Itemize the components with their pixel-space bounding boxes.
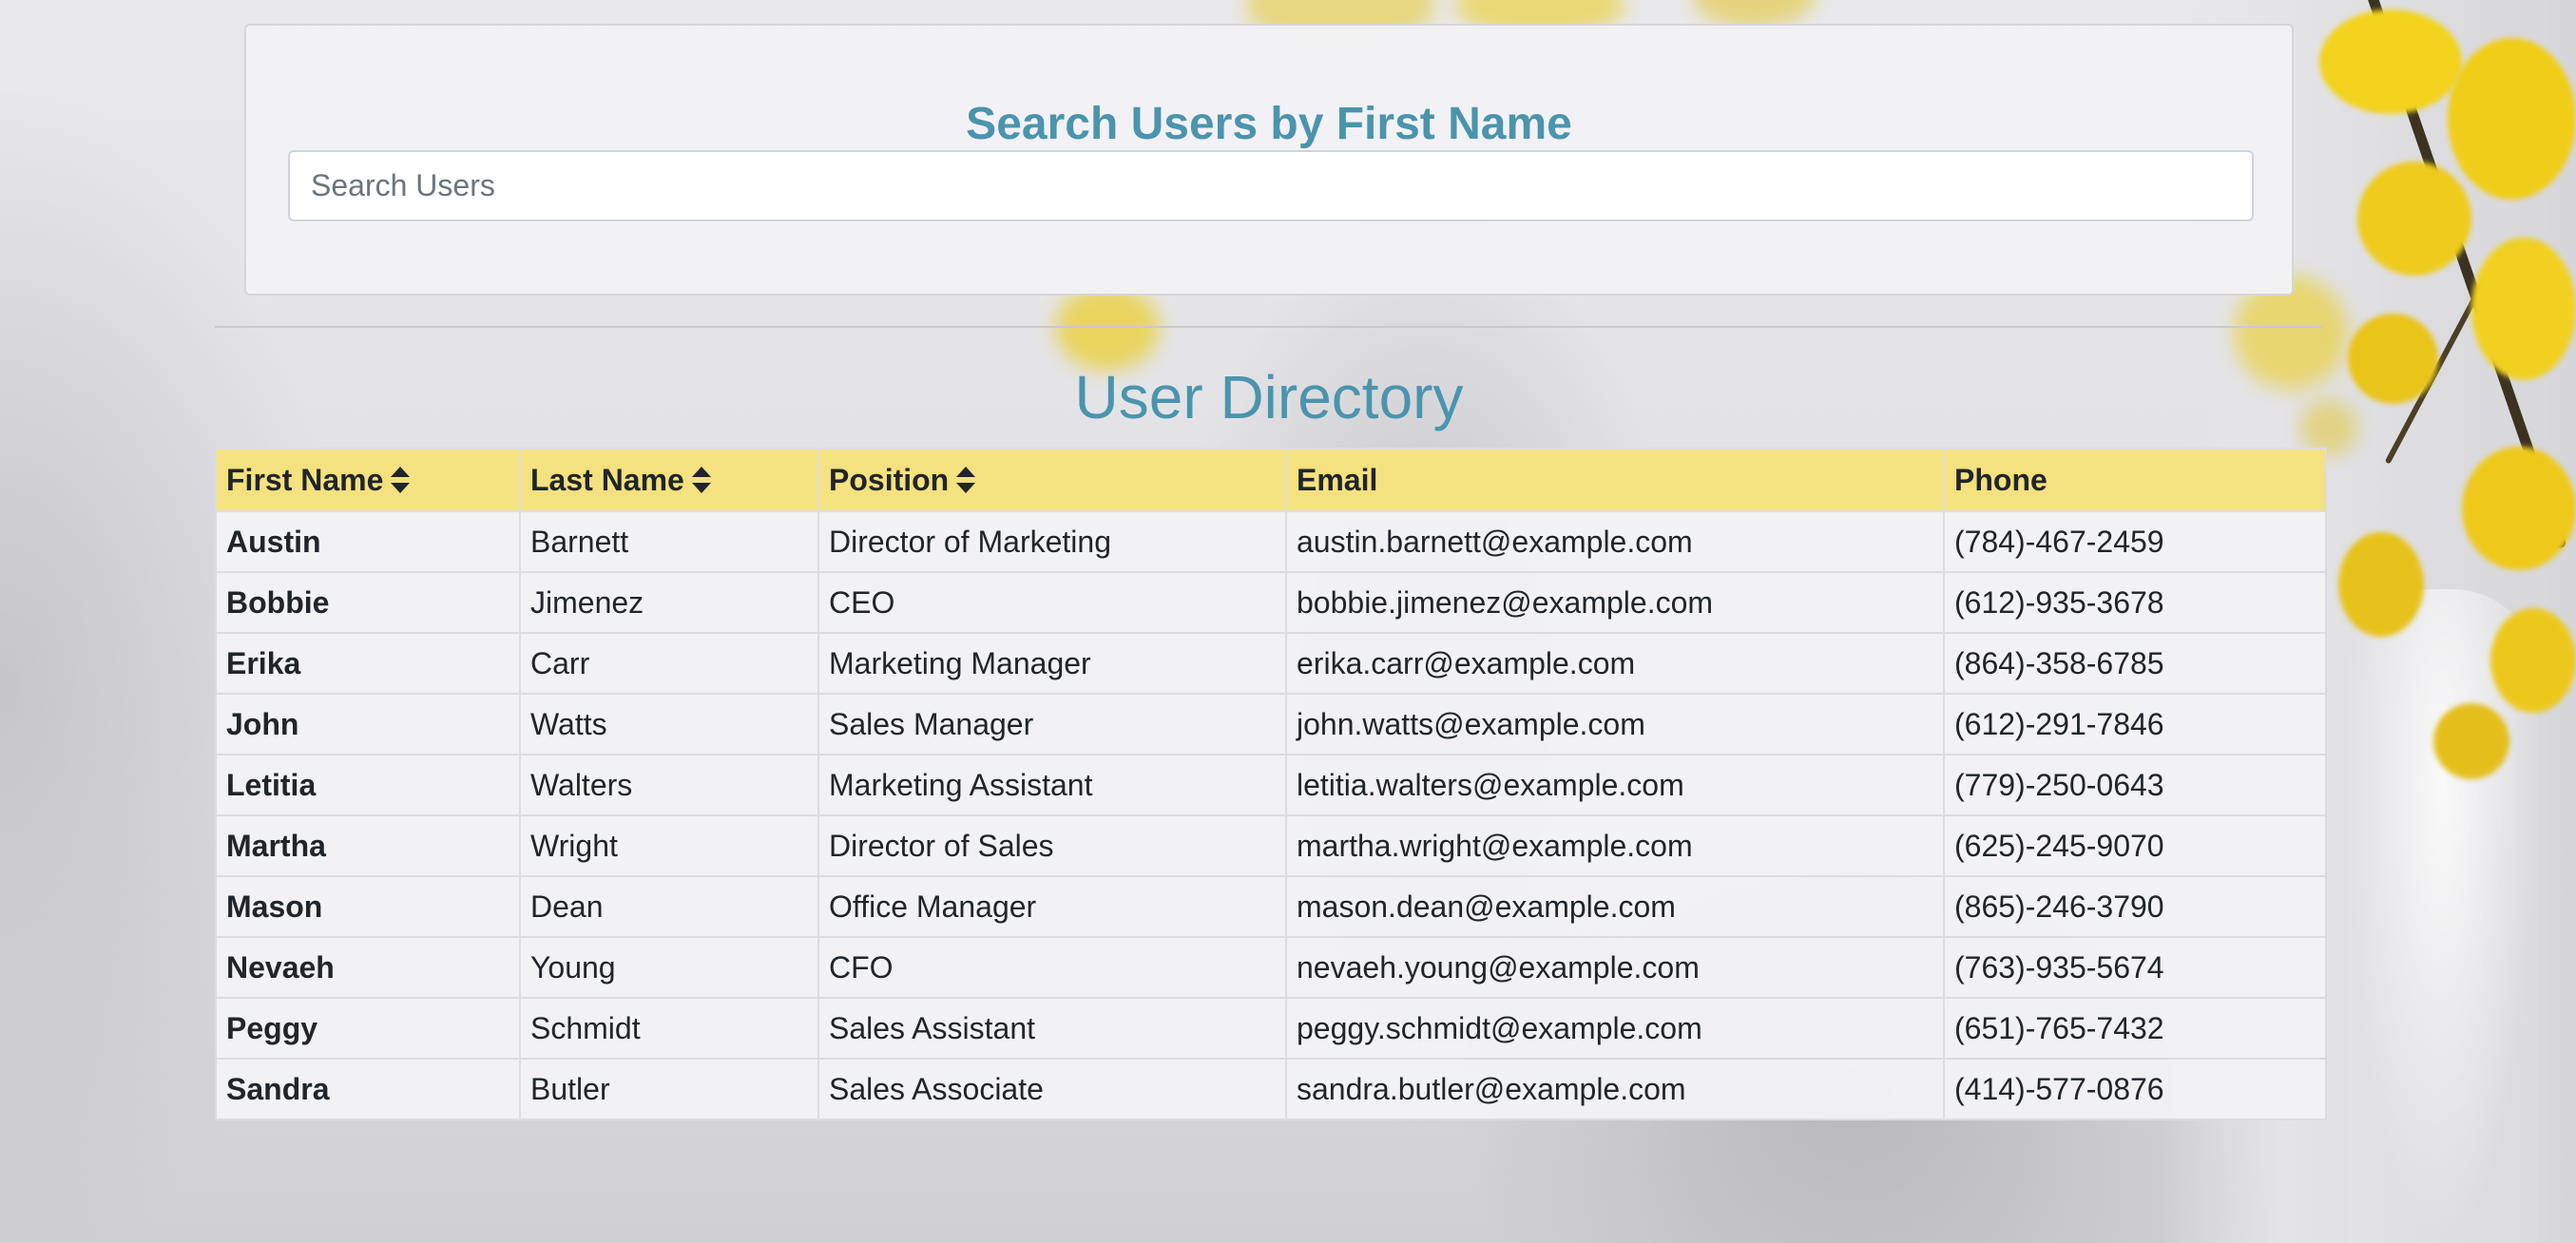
sort-icon	[691, 467, 711, 494]
cell-email: austin.barnett@example.com	[1285, 510, 1945, 573]
cell-last-name: Dean	[519, 875, 819, 938]
cell-position: CEO	[817, 571, 1287, 634]
table-row: Austin Barnett Director of Marketing austin…	[215, 510, 2327, 573]
cell-position: Director of Marketing	[817, 510, 1287, 573]
cell-last-name: Carr	[519, 632, 819, 695]
cell-first-name: Austin	[215, 510, 521, 573]
cell-phone: (763)-935-5674	[1943, 936, 2327, 999]
cell-phone: (865)-246-3790	[1943, 875, 2327, 938]
cell-last-name: Young	[519, 936, 819, 999]
cell-first-name: Nevaeh	[215, 936, 521, 999]
column-header-label: Phone	[1954, 462, 2047, 497]
cell-last-name: Schmidt	[519, 997, 819, 1060]
table-row: Martha Wright Director of Sales martha.wrig…	[215, 814, 2327, 877]
column-header-phone: Phone	[1943, 448, 2327, 512]
cell-email: john.watts@example.com	[1285, 693, 1945, 755]
table-row: Bobbie Jimenez CEO bobbie.jimenez@example.c…	[215, 571, 2327, 634]
cell-first-name: Erika	[215, 632, 521, 695]
cell-phone: (612)-291-7846	[1943, 693, 2327, 755]
cell-first-name: Mason	[215, 875, 521, 938]
user-table: First Name Last Name Position Email Phon…	[215, 448, 2327, 1120]
cell-last-name: Walters	[519, 754, 819, 816]
cell-last-name: Jimenez	[519, 571, 819, 634]
sort-icon	[391, 467, 411, 494]
directory-title: User Directory	[1074, 363, 1464, 431]
divider	[215, 326, 2323, 328]
cell-position: Marketing Manager	[817, 632, 1287, 695]
column-header-label: Last Name	[530, 462, 684, 497]
column-header-label: Position	[829, 462, 950, 497]
cell-phone: (779)-250-0643	[1943, 754, 2327, 816]
table-header: First Name Last Name Position Email Phon…	[215, 448, 2327, 512]
table-row: Erika Carr Marketing Manager erika.carr@exa…	[215, 632, 2327, 695]
cell-first-name: Bobbie	[215, 571, 521, 634]
column-header-label: First Name	[226, 462, 384, 497]
cell-phone: (414)-577-0876	[1943, 1058, 2327, 1120]
cell-first-name: Letitia	[215, 754, 521, 816]
cell-last-name: Butler	[519, 1058, 819, 1120]
cell-email: martha.wright@example.com	[1285, 814, 1945, 877]
column-header-email: Email	[1285, 448, 1945, 512]
cell-last-name: Barnett	[519, 510, 819, 573]
table-row: Letitia Walters Marketing Assistant letitia…	[215, 754, 2327, 816]
cell-phone: (651)-765-7432	[1943, 997, 2327, 1060]
cell-last-name: Watts	[519, 693, 819, 755]
sort-icon	[956, 467, 976, 494]
cell-phone: (864)-358-6785	[1943, 632, 2327, 695]
cell-last-name: Wright	[519, 814, 819, 877]
cell-email: bobbie.jimenez@example.com	[1285, 571, 1945, 634]
table-row: Nevaeh Young CFO nevaeh.young@example.com (7…	[215, 936, 2327, 999]
cell-email: mason.dean@example.com	[1285, 875, 1945, 938]
header-row: First Name Last Name Position Email Phon…	[215, 448, 2327, 512]
cell-phone: (784)-467-2459	[1943, 510, 2327, 573]
table-row: John Watts Sales Manager john.watts@example…	[215, 693, 2327, 755]
cell-position: Office Manager	[817, 875, 1287, 938]
table-row: Sandra Butler Sales Associate sandra.butler…	[215, 1058, 2327, 1120]
cell-position: Sales Associate	[817, 1058, 1287, 1120]
search-input[interactable]	[288, 150, 2254, 221]
cell-email: nevaeh.young@example.com	[1285, 936, 1945, 999]
column-header-label: Email	[1297, 462, 1378, 497]
cell-email: sandra.butler@example.com	[1285, 1058, 1945, 1120]
cell-email: peggy.schmidt@example.com	[1285, 997, 1945, 1060]
search-title: Search Users by First Name	[966, 99, 1572, 149]
cell-first-name: Martha	[215, 814, 521, 877]
cell-first-name: John	[215, 693, 521, 755]
cell-position: Sales Manager	[817, 693, 1287, 755]
table-row: Mason Dean Office Manager mason.dean@exampl…	[215, 875, 2327, 938]
cell-position: Sales Assistant	[817, 997, 1287, 1060]
cell-first-name: Sandra	[215, 1058, 521, 1120]
column-header-first-name[interactable]: First Name	[215, 448, 521, 512]
cell-email: erika.carr@example.com	[1285, 632, 1945, 695]
column-header-position[interactable]: Position	[817, 448, 1287, 512]
column-header-last-name[interactable]: Last Name	[519, 448, 819, 512]
cell-position: Marketing Assistant	[817, 754, 1287, 816]
table-body: Austin Barnett Director of Marketing austin…	[215, 510, 2327, 1120]
cell-position: CFO	[817, 936, 1287, 999]
cell-position: Director of Sales	[817, 814, 1287, 877]
cell-phone: (612)-935-3678	[1943, 571, 2327, 634]
search-card: Search Users by First Name	[244, 24, 2294, 296]
table-row: Peggy Schmidt Sales Assistant peggy.schmidt…	[215, 997, 2327, 1060]
cell-first-name: Peggy	[215, 997, 521, 1060]
cell-phone: (625)-245-9070	[1943, 814, 2327, 877]
cell-email: letitia.walters@example.com	[1285, 754, 1945, 816]
